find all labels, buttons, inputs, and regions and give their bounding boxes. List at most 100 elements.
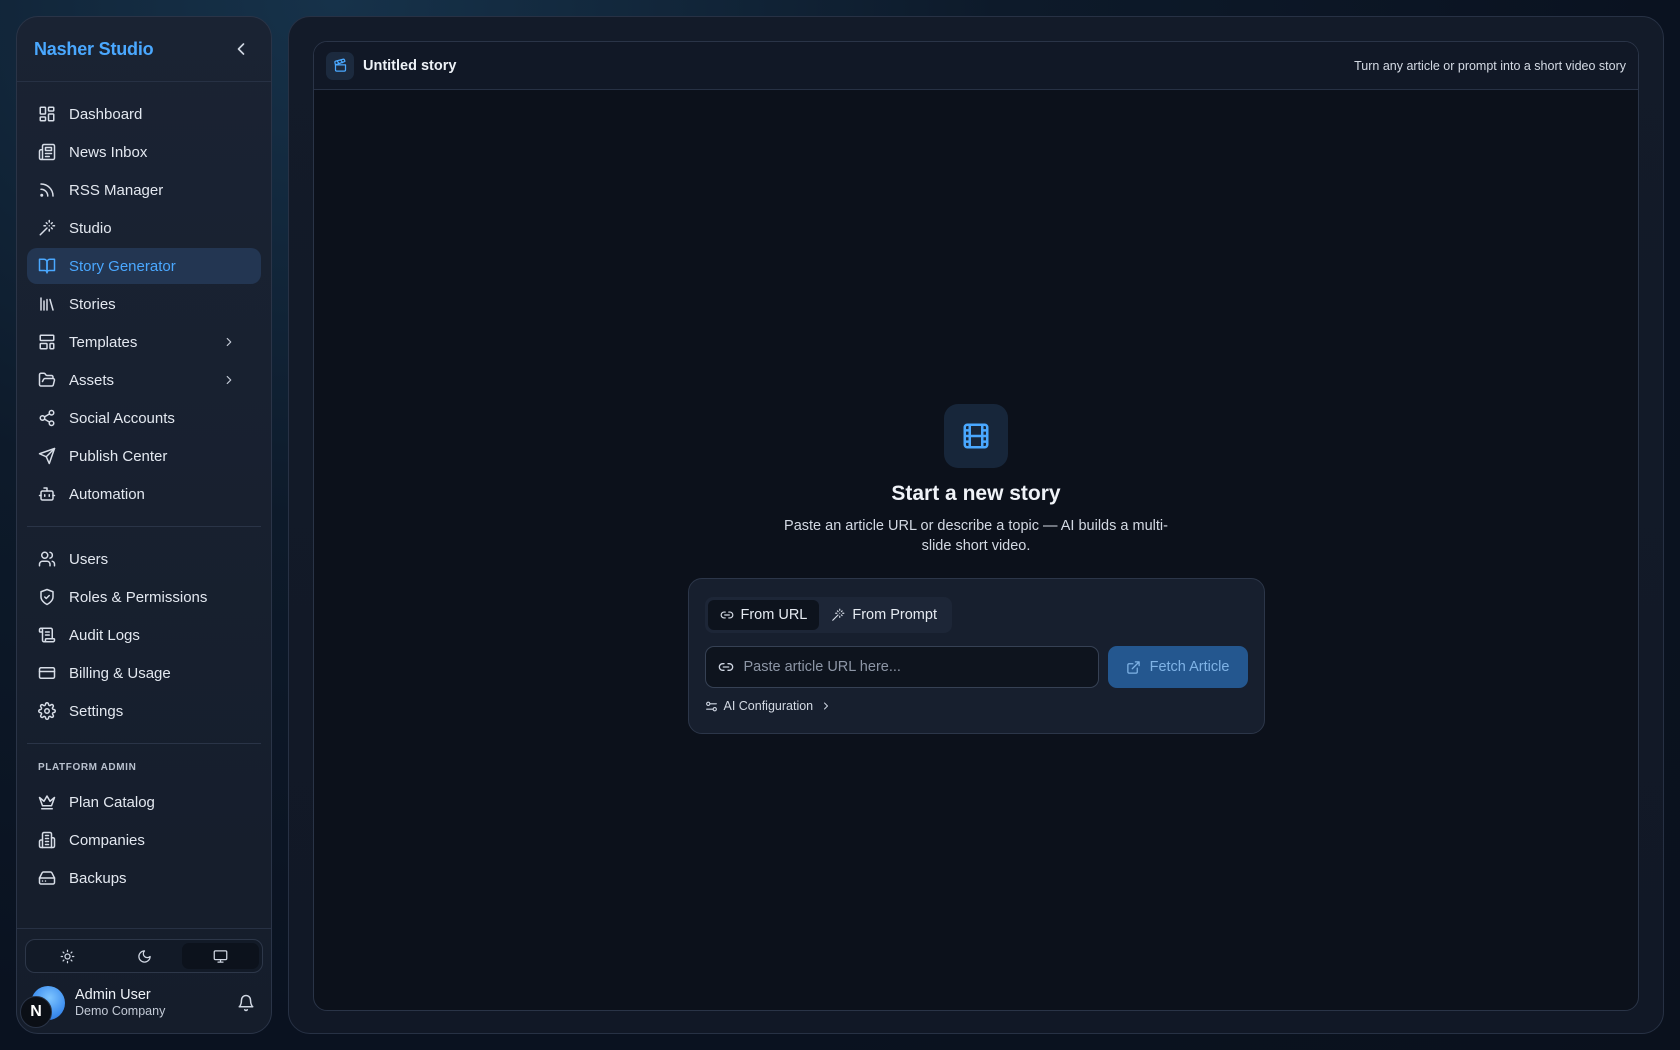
empty-title: Start a new story: [891, 482, 1061, 505]
ai-configuration-label: AI Configuration: [723, 699, 814, 713]
chevron-right-icon: [222, 373, 236, 387]
sidebar-item-label: Audit Logs: [69, 626, 140, 644]
user-profile[interactable]: N Admin User Demo Company: [20, 983, 263, 1028]
folder-open-icon: [38, 371, 56, 389]
sidebar-item-assets[interactable]: Assets: [27, 362, 261, 398]
sidebar-item-label: Companies: [69, 831, 145, 849]
user-info: Admin User Demo Company: [75, 987, 237, 1018]
url-field-wrapper: [704, 646, 1099, 688]
chevron-right-icon: [820, 700, 832, 712]
sidebar-item-label: RSS Manager: [69, 181, 164, 199]
sidebar-item-label: Roles & Permissions: [69, 588, 208, 606]
building-icon: [38, 831, 56, 849]
sidebar-item-dashboard[interactable]: Dashboard: [27, 96, 261, 132]
source-card: From URL From Prompt Fetch Article: [687, 578, 1265, 734]
magic-wand-icon: [38, 219, 56, 237]
template-icon: [38, 333, 56, 351]
bell-icon[interactable]: [237, 994, 255, 1012]
sidebar-item-label: Studio: [69, 219, 112, 237]
link-icon: [720, 608, 734, 622]
monitor-icon: [213, 949, 228, 964]
sidebar-item-story-generator[interactable]: Story Generator: [27, 248, 261, 284]
article-url-input[interactable]: [743, 659, 1086, 675]
external-link-icon: [1126, 660, 1141, 675]
sidebar-item-studio[interactable]: Studio: [27, 210, 261, 246]
sidebar-item-stories[interactable]: Stories: [27, 286, 261, 322]
source-tabs: From URL From Prompt: [704, 597, 952, 633]
theme-light-button[interactable]: [29, 943, 106, 969]
sidebar-divider: [27, 743, 261, 744]
theme-system-button[interactable]: [182, 943, 260, 969]
sidebar-item-templates[interactable]: Templates: [27, 324, 261, 360]
sidebar: Nasher Studio Dashboard News Inbox RSS M…: [16, 16, 272, 1034]
sidebar-divider: [27, 526, 261, 527]
story-badge: [326, 51, 354, 80]
app-badge: N: [20, 996, 52, 1028]
gear-icon: [38, 702, 56, 720]
sidebar-item-users[interactable]: Users: [27, 541, 261, 577]
tab-label: From Prompt: [852, 607, 937, 623]
sidebar-item-companies[interactable]: Companies: [27, 822, 261, 858]
clapperboard-icon: [333, 58, 348, 73]
shield-check-icon: [38, 588, 56, 606]
sidebar-item-label: Templates: [69, 333, 138, 351]
chevron-right-icon: [222, 335, 236, 349]
fetch-article-label: Fetch Article: [1149, 659, 1230, 675]
sun-icon: [60, 949, 75, 964]
avatar[interactable]: N: [20, 986, 65, 1028]
tab-label: From URL: [740, 607, 808, 623]
tab-from-prompt[interactable]: From Prompt: [819, 600, 949, 630]
sidebar-header: Nasher Studio: [17, 17, 271, 82]
sidebar-item-plan-catalog[interactable]: Plan Catalog: [27, 784, 261, 820]
moon-icon: [137, 949, 152, 964]
empty-state: Start a new story Paste an article URL o…: [314, 404, 1638, 734]
book-open-icon: [38, 257, 56, 275]
link-icon: [718, 659, 734, 675]
sidebar-item-billing-usage[interactable]: Billing & Usage: [27, 655, 261, 691]
collapse-sidebar-icon[interactable]: [231, 39, 251, 59]
tab-from-url[interactable]: From URL: [707, 600, 820, 630]
sidebar-item-settings[interactable]: Settings: [27, 693, 261, 729]
sidebar-item-audit-logs[interactable]: Audit Logs: [27, 617, 261, 653]
sidebar-nav: Dashboard News Inbox RSS Manager Studio …: [17, 82, 271, 928]
sidebar-item-label: Settings: [69, 702, 124, 720]
sidebar-item-roles-permissions[interactable]: Roles & Permissions: [27, 579, 261, 615]
empty-description: Paste an article URL or describe a topic…: [784, 518, 1168, 554]
share-icon: [38, 409, 56, 427]
sidebar-item-label: Social Accounts: [69, 409, 175, 427]
platform-admin-label: PLATFORM ADMIN: [38, 762, 137, 773]
dashboard-icon: [38, 105, 56, 123]
library-icon: [38, 295, 56, 313]
sidebar-item-label: Users: [69, 550, 109, 568]
settings-sliders-icon: [705, 700, 718, 713]
theme-dark-button[interactable]: [106, 943, 183, 969]
film-icon: [961, 421, 991, 451]
sidebar-item-label: Plan Catalog: [69, 793, 155, 811]
brand-logo[interactable]: Nasher Studio: [34, 39, 154, 60]
film-badge: [944, 404, 1008, 468]
credit-card-icon: [38, 664, 56, 682]
story-title[interactable]: Untitled story: [363, 58, 456, 74]
sidebar-footer: N Admin User Demo Company: [17, 928, 271, 1033]
sidebar-item-label: Dashboard: [69, 105, 143, 123]
url-input-row: Fetch Article: [704, 646, 1248, 688]
sidebar-item-social-accounts[interactable]: Social Accounts: [27, 400, 261, 436]
sidebar-item-news-inbox[interactable]: News Inbox: [27, 134, 261, 170]
magic-wand-icon: [831, 608, 845, 622]
main-area: Untitled story Turn any article or promp…: [288, 16, 1664, 1034]
fetch-article-button[interactable]: Fetch Article: [1107, 646, 1248, 688]
sidebar-item-publish-center[interactable]: Publish Center: [27, 438, 261, 474]
sidebar-item-label: Publish Center: [69, 447, 168, 465]
rss-icon: [38, 181, 56, 199]
sidebar-item-backups[interactable]: Backups: [27, 860, 261, 896]
ai-configuration-toggle[interactable]: AI Configuration: [705, 699, 839, 713]
sidebar-item-automation[interactable]: Automation: [27, 476, 261, 512]
story-header: Untitled story Turn any article or promp…: [314, 42, 1638, 90]
sidebar-item-rss-manager[interactable]: RSS Manager: [27, 172, 261, 208]
story-panel: Untitled story Turn any article or promp…: [313, 41, 1639, 1011]
theme-switcher: [25, 939, 263, 973]
sidebar-item-label: Backups: [69, 869, 127, 887]
crown-icon: [38, 793, 56, 811]
newspaper-icon: [38, 143, 56, 161]
user-company: Demo Company: [75, 1004, 166, 1019]
